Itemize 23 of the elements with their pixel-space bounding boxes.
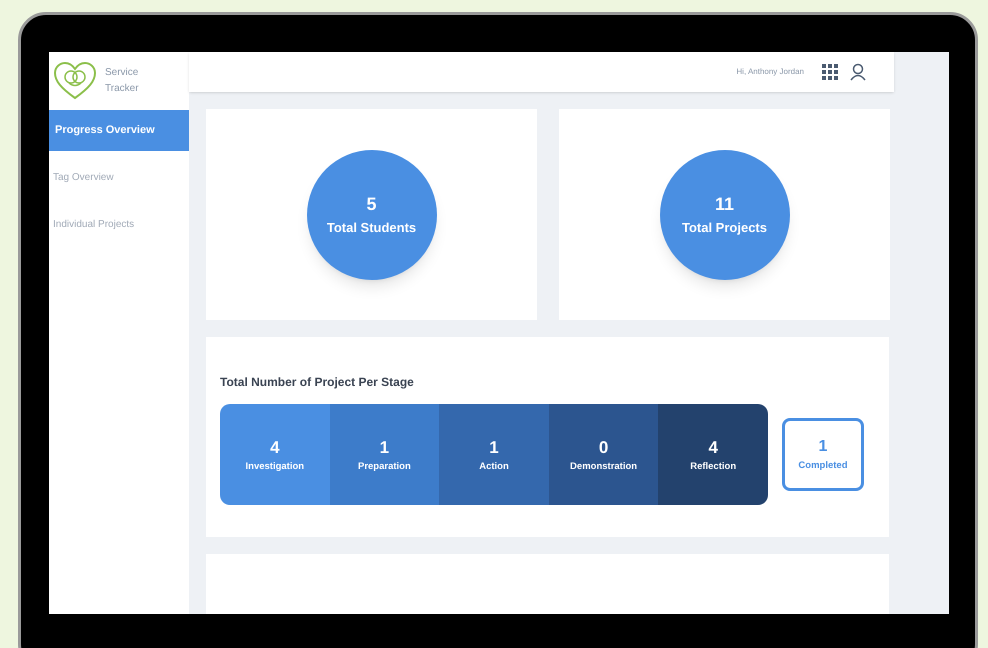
completed-count: 1	[818, 437, 828, 458]
stage-count: 1	[489, 436, 499, 459]
heart-logo-icon	[53, 61, 97, 101]
stage-count: 4	[270, 436, 280, 459]
stage-count: 4	[708, 436, 718, 459]
apps-grid-icon[interactable]	[822, 64, 838, 80]
stage-count: 1	[380, 436, 390, 459]
stage-label: Preparation	[358, 460, 411, 474]
stat-value: 11	[714, 193, 734, 216]
stat-label: Total Students	[326, 219, 416, 238]
stage-label: Reflection	[690, 460, 736, 474]
stage-label: Action	[479, 460, 509, 474]
nav-item[interactable]: Progress Overview	[49, 110, 189, 151]
user-icon[interactable]	[850, 63, 866, 81]
card-title: Total Number of Project Per Stage	[220, 374, 415, 391]
stage-count: 0	[598, 436, 608, 459]
stage-label: Investigation	[246, 460, 304, 474]
brand-name: Service Tracker	[105, 66, 140, 96]
user-greeting: Hi, Anthony Jordan	[736, 66, 804, 78]
stage-label: Demonstration	[570, 460, 638, 474]
stat-label: Total Projects	[682, 219, 767, 238]
completed-label: Completed	[798, 459, 848, 474]
stat-value: 5	[366, 193, 376, 216]
